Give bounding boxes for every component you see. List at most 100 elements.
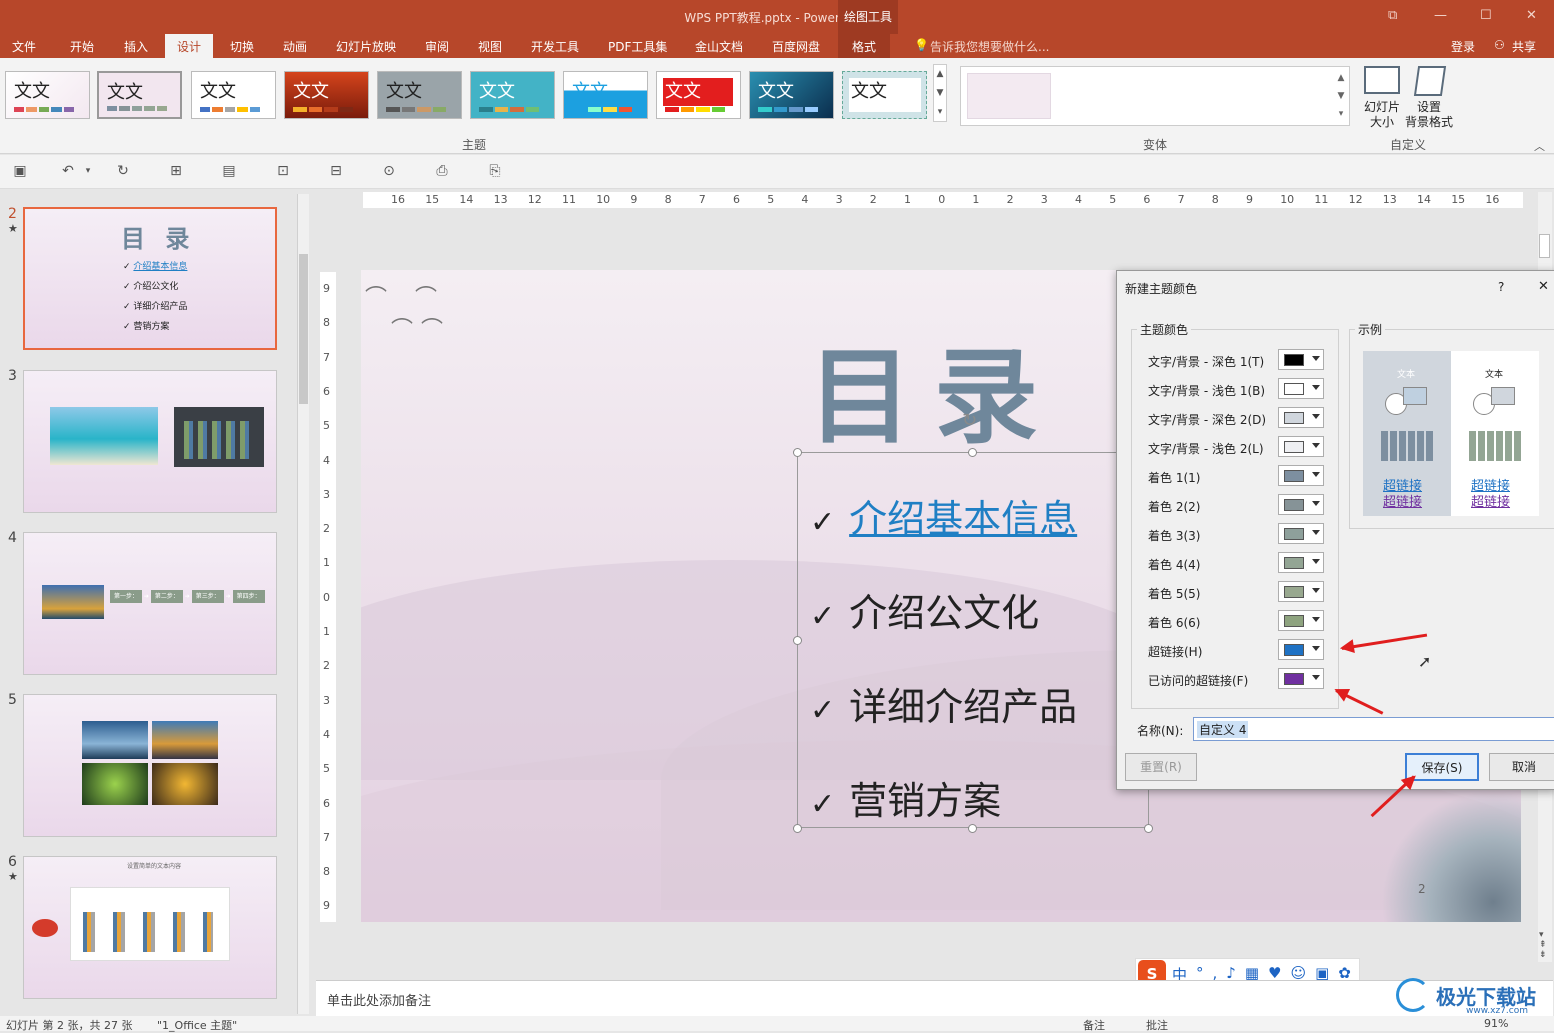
resize-handle[interactable] [793,636,802,645]
ruler-tick-label: 4 [1075,193,1082,206]
ruler-tick-label: 10 [1280,193,1295,206]
tab-home[interactable]: 开始 [70,38,94,55]
save-icon[interactable]: ▣ [12,163,28,179]
layout-icon[interactable]: ▤ [221,163,237,179]
slideshow-icon[interactable]: ⊡ [275,163,291,179]
slide-thumb-6[interactable]: 设置简单的文本内容 [23,856,277,999]
reset-button[interactable]: 重置(R) [1125,753,1197,781]
theme-thumb-8[interactable]: 文文 [656,71,741,119]
color-picker-button[interactable] [1278,436,1324,457]
ribbon-display-icon[interactable]: ⧉ [1388,8,1397,23]
tab-slideshow[interactable]: 幻灯片放映 [336,38,396,55]
color-picker-button[interactable] [1278,378,1324,399]
undo-dropdown-icon[interactable]: ▾ [80,163,96,179]
slide-number: 5 [8,692,17,708]
export-icon[interactable]: ⎘ [487,163,503,179]
color-picker-button[interactable] [1278,639,1324,660]
dropdown-arrow-icon [1312,617,1320,622]
format-background-button[interactable]: 设置 背景格式 [1404,100,1454,130]
color-picker-button[interactable] [1278,465,1324,486]
redo-icon[interactable]: ↻ [115,163,131,179]
login-link[interactable]: 登录 [1451,38,1475,55]
theme-thumb-4[interactable]: 文文 [284,71,369,119]
color-picker-button[interactable] [1278,581,1324,602]
minimize-button[interactable]: — [1434,8,1447,23]
color-picker-button[interactable] [1278,494,1324,515]
dialog-close-button[interactable]: ✕ [1538,279,1549,294]
tab-kingsoft-docs[interactable]: 金山文档 [695,38,743,55]
theme-thumb-10[interactable]: 文文 [842,71,927,119]
ruler-tick-label: 2 [1006,193,1014,206]
tab-pdf-tools[interactable]: PDF工具集 [608,38,667,55]
color-picker-button[interactable] [1278,407,1324,428]
resize-handle[interactable] [968,824,977,833]
color-picker-button[interactable] [1278,668,1324,689]
zoom-level[interactable]: 91% [1484,1017,1508,1030]
resize-handle[interactable] [968,448,977,457]
slide-thumb-4[interactable]: 第一步： ➜ 第二步： ➜ 第三步： ➜ 第四步： [23,532,277,675]
tab-developer[interactable]: 开发工具 [531,38,579,55]
window-title: WPS PPT教程.pptx - PowerPoint [684,11,870,25]
theme-thumb-6[interactable]: 文文 [470,71,555,119]
list-item-2[interactable]: ✓ 介绍公文化 [810,582,1039,637]
resize-handle[interactable] [793,824,802,833]
close-button[interactable]: ✕ [1526,8,1537,23]
help-button[interactable]: ? [1498,280,1504,294]
share-button[interactable]: 共享 [1512,38,1536,55]
color-picker-button[interactable] [1278,523,1324,544]
ruler-tick-label: 14 [459,193,474,206]
theme-thumb-2-current[interactable]: 文文 [97,71,182,119]
new-slide-icon[interactable]: ⊞ [168,163,184,179]
tab-review[interactable]: 审阅 [425,38,449,55]
theme-thumb-5[interactable]: 文文 [377,71,462,119]
notes-pane[interactable]: 单击此处添加备注 [316,980,1553,1016]
theme-thumb-9[interactable]: 文文 [749,71,834,119]
present-icon[interactable]: ⊟ [328,163,344,179]
color-picker-button[interactable] [1278,552,1324,573]
theme-thumb-3[interactable]: 文文 [191,71,276,119]
resize-handle[interactable] [793,448,802,457]
tab-design[interactable]: 设计 [165,34,214,58]
ruler-tick-label: 4 [801,193,809,206]
tab-transitions[interactable]: 切换 [230,38,254,55]
resize-handle[interactable] [1144,824,1153,833]
color-picker-button[interactable] [1278,349,1324,370]
slide-title[interactable]: 目录 [808,312,1060,463]
slide-thumb-3[interactable] [23,370,277,513]
tab-view[interactable]: 视图 [478,38,502,55]
color-chip [1284,383,1304,395]
tab-animations[interactable]: 动画 [283,38,307,55]
slide-thumb-2[interactable]: 目 录 ✓ 介绍基本信息 ✓ 介绍公文化 ✓ 详细介绍产品 ✓ 营销方案 [23,207,277,350]
tab-format[interactable]: 格式 [838,34,891,58]
list-item-1[interactable]: ✓ 介绍基本信息 [810,488,1077,543]
rotate-handle-icon[interactable]: ↻ [962,410,977,431]
collapse-ribbon-icon[interactable]: ︿ [1534,138,1545,154]
sample-dark: 文本 超链接 超链接 [1363,351,1451,516]
maximize-button[interactable]: ☐ [1480,8,1492,23]
color-chip [1284,354,1304,366]
theme-thumb-1[interactable]: 文文 [5,71,90,119]
animation-star-icon: ★ [8,870,18,883]
drawing-tools-context-label: 绘图工具 [838,0,898,34]
theme-thumb-7[interactable]: 文文 [563,71,648,119]
color-picker-button[interactable] [1278,610,1324,631]
undo-icon[interactable]: ↶ [60,163,76,179]
slide-thumb-5[interactable] [23,694,277,837]
list-item-4[interactable]: ✓ 营销方案 [810,770,1001,825]
tell-me-box[interactable]: 告诉我您想要做什么... [930,38,1049,55]
tab-insert[interactable]: 插入 [124,38,148,55]
cancel-button[interactable]: 取消 [1489,753,1554,781]
slide-number: 6 [8,854,17,870]
slide-size-button[interactable]: 幻灯片 大小 [1361,100,1403,130]
preview-icon[interactable]: ⊙ [381,163,397,179]
ruler-tick-label: 3 [323,487,330,501]
list-item-3[interactable]: ✓ 详细介绍产品 [810,676,1077,731]
tab-baidu-netdisk[interactable]: 百度网盘 [772,38,820,55]
print-icon[interactable]: ⎙ [434,163,450,179]
name-input[interactable]: 自定义 4 [1193,717,1554,741]
tab-file[interactable]: 文件 [12,38,36,55]
theme-gallery-scroll[interactable]: ▲ ▼ ▾ [933,64,947,122]
thumbnail-scrollbar[interactable] [297,194,309,1014]
ruler-tick-label: 2 [323,522,330,536]
variant-gallery[interactable]: ▲ ▼ ▾ [960,66,1350,126]
